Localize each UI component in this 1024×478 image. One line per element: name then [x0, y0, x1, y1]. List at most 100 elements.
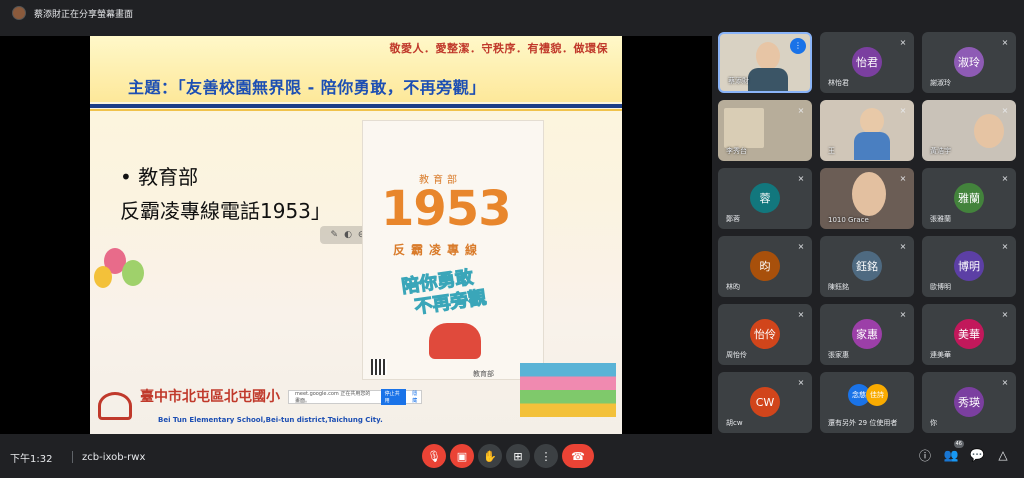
- video-feed: [724, 108, 764, 148]
- participant-name: 1010 Grace: [828, 216, 869, 224]
- slide-bullet: • 教育部 反霸凌專線電話1953」: [120, 160, 331, 228]
- activities-icon[interactable]: △: [994, 446, 1012, 464]
- participant-tile[interactable]: 淑玲 ⨯ 謝淑玲: [922, 32, 1016, 93]
- video-feed: [852, 172, 886, 216]
- hide-notice-button[interactable]: 隱藏: [412, 390, 421, 404]
- participant-avatar: 怡伶: [750, 319, 780, 349]
- participant-tile[interactable]: ⨯ 李秀台: [718, 100, 812, 161]
- meeting-code: zcb-ixob-rwx: [82, 451, 146, 463]
- participant-tile[interactable]: 家惠 ⨯ 張家惠: [820, 304, 914, 365]
- participant-tile[interactable]: 博明 ⨯ 歐博明: [922, 236, 1016, 297]
- self-tile[interactable]: 秀瑛 ⨯ 你: [922, 372, 1016, 433]
- present-button[interactable]: ⊞: [506, 444, 530, 468]
- poster-slogan: 陪你勇敢 不再旁觀: [400, 266, 488, 321]
- slide-divider-accent: [90, 109, 622, 111]
- clock: 下午1:32: [10, 453, 53, 465]
- books-illustration: [520, 336, 616, 426]
- participant-tile[interactable]: 鈺銘 ⨯ 陳鈺銘: [820, 236, 914, 297]
- balloons-illustration: [94, 248, 152, 308]
- video-body: [748, 68, 788, 91]
- participant-avatar: 美華: [954, 319, 984, 349]
- participant-name: 林怡君: [828, 79, 849, 87]
- mic-off-icon: ⨯: [797, 242, 805, 251]
- raise-hand-button[interactable]: ✋: [478, 444, 502, 468]
- video-feed: [860, 108, 884, 134]
- participant-avatar: 秀瑛: [954, 387, 984, 417]
- bullet-line-2: 反霸凌專線電話1953」: [120, 199, 331, 223]
- shared-screen: 敬愛人．愛整潔．守秩序．有禮貌．做環保 主題：「友善校園無界限 - 陪你勇敢，不…: [0, 36, 712, 434]
- participant-tile[interactable]: ⨯ 1010 Grace: [820, 168, 914, 229]
- participant-tile[interactable]: CW ⨯ 胡cw: [718, 372, 812, 433]
- participant-name: 張雅蘭: [930, 215, 951, 223]
- more-options-button[interactable]: ⋮: [534, 444, 558, 468]
- participant-avatar: 昀: [750, 251, 780, 281]
- slide-motto: 敬愛人．愛整潔．守秩序．有禮貌．做環保: [389, 42, 608, 55]
- participant-tile[interactable]: 蓉 ⨯ 鄭蓉: [718, 168, 812, 229]
- laser-icon[interactable]: ◐: [344, 230, 352, 240]
- mic-off-icon: ⨯: [797, 106, 805, 115]
- participant-name: 謝淑玲: [930, 79, 951, 87]
- video-feed: [974, 114, 1004, 148]
- participant-name: 周怡伶: [726, 351, 747, 359]
- participant-name: 王: [828, 147, 835, 155]
- mic-off-icon: ⨯: [797, 174, 805, 183]
- video-feed: [756, 42, 780, 70]
- participant-tile[interactable]: 怡伶 ⨯ 周怡伶: [718, 304, 812, 365]
- leave-call-button[interactable]: ☎: [562, 444, 594, 468]
- participant-avatar: 鈺銘: [852, 251, 882, 281]
- people-icon[interactable]: 👥 46: [942, 440, 964, 464]
- mic-off-icon: ⨯: [1001, 174, 1009, 183]
- participant-tile[interactable]: ⨯ 黃浩宇: [922, 100, 1016, 161]
- toolbar-divider: [72, 451, 73, 463]
- participant-tile[interactable]: 昀 ⨯ 林昀: [718, 236, 812, 297]
- participant-name: 胡cw: [726, 419, 743, 427]
- more-participants-tile[interactable]: 念慈 佳詩 還有另外 29 位使用者: [820, 372, 914, 433]
- pointer-icon[interactable]: ✎: [331, 230, 339, 240]
- mic-toggle-button[interactable]: 🎙: [422, 444, 446, 468]
- participant-name: 連美華: [930, 351, 951, 359]
- mic-off-icon: ⨯: [899, 106, 907, 115]
- mic-off-icon: ⨯: [899, 242, 907, 251]
- poster-subtitle: 反霸凌專線: [393, 243, 484, 257]
- participant-tile[interactable]: 雅蘭 ⨯ 張雅蘭: [922, 168, 1016, 229]
- participant-avatar: CW: [750, 387, 780, 417]
- participant-count: 46: [953, 440, 964, 448]
- participant-avatar: 家惠: [852, 319, 882, 349]
- participant-tile[interactable]: 美華 ⨯ 連美華: [922, 304, 1016, 365]
- mic-off-icon: ⨯: [899, 38, 907, 47]
- participant-name: 你: [930, 419, 937, 427]
- participant-name: 歐博明: [930, 283, 951, 291]
- qr-code: [371, 359, 387, 375]
- participant-avatar: 怡君: [852, 47, 882, 77]
- participant-avatar: 蓉: [750, 183, 780, 213]
- participant-tile[interactable]: 怡君 ⨯ 林怡君: [820, 32, 914, 93]
- presenting-banner: 蔡添財正在分享螢幕畫面: [0, 0, 1024, 26]
- school-name: 臺中市北屯區北屯國小: [140, 389, 280, 405]
- participant-avatar: 佳詩: [866, 384, 888, 406]
- meeting-details-icon[interactable]: ⓘ: [916, 446, 934, 464]
- participant-name: 陳鈺銘: [828, 283, 849, 291]
- mic-off-icon: ⨯: [1001, 242, 1009, 251]
- slide-theme: 主題：「友善校園無界限 - 陪你勇敢，不再旁觀」: [128, 78, 486, 97]
- presenter-avatar: [12, 6, 26, 20]
- participant-tile[interactable]: ⋮ 蔡添財: [718, 32, 812, 93]
- telephone-icon: [429, 323, 481, 359]
- participant-name: 張家惠: [828, 351, 849, 359]
- mic-off-icon: ⨯: [797, 378, 805, 387]
- school-logo: [98, 392, 132, 420]
- camera-toggle-button[interactable]: ▣: [450, 444, 474, 468]
- screen-share-notice: meet.google.com 正在共用您的畫面。 停止共用 隱藏: [288, 389, 422, 405]
- mic-off-icon: ⨯: [899, 310, 907, 319]
- bullet-line-1: • 教育部: [120, 165, 199, 189]
- stop-sharing-button[interactable]: 停止共用: [380, 389, 407, 405]
- participant-avatar: 雅蘭: [954, 183, 984, 213]
- participant-name: 李秀台: [726, 147, 747, 155]
- mic-off-icon: ⨯: [899, 174, 907, 183]
- participant-avatar: 淑玲: [954, 47, 984, 77]
- chat-icon[interactable]: 💬: [968, 446, 986, 464]
- participant-name: 林昀: [726, 283, 740, 291]
- participant-tile[interactable]: ⨯ 王: [820, 100, 914, 161]
- mic-off-icon: ⨯: [797, 310, 805, 319]
- more-participants-label: 還有另外 29 位使用者: [828, 419, 898, 427]
- mic-off-icon: ⨯: [1001, 378, 1009, 387]
